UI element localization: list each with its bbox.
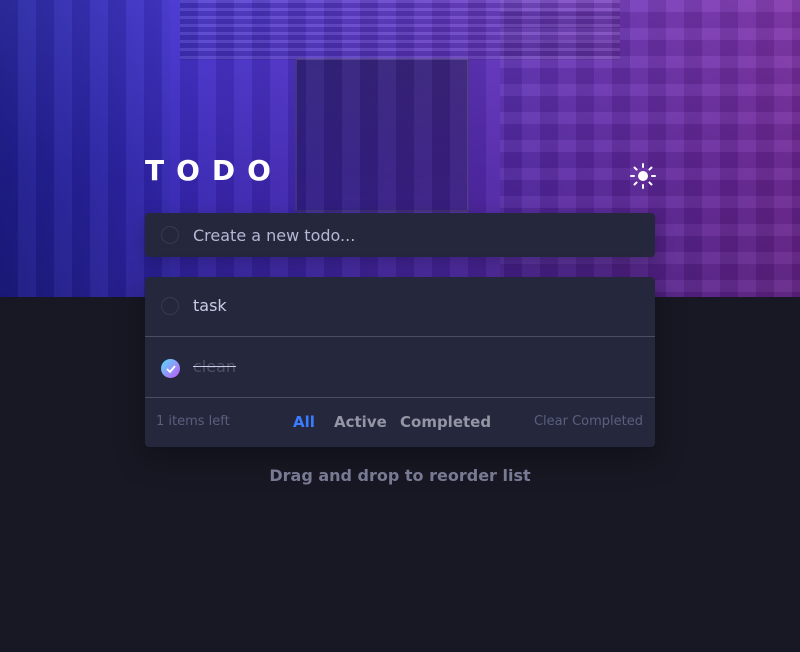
items-left-count: 1 items left bbox=[156, 414, 230, 429]
todo-text: task bbox=[193, 296, 227, 315]
new-todo-card bbox=[145, 213, 655, 257]
sun-icon bbox=[630, 163, 656, 189]
new-todo-input[interactable] bbox=[193, 213, 633, 257]
theme-toggle-button[interactable] bbox=[629, 162, 657, 190]
app-title: TODO bbox=[145, 154, 283, 187]
todo-text: clean bbox=[193, 357, 237, 376]
todo-item[interactable]: task bbox=[145, 277, 655, 337]
new-todo-circle[interactable] bbox=[161, 226, 179, 244]
clear-completed-button[interactable]: Clear Completed bbox=[534, 399, 643, 445]
filter-all[interactable]: All bbox=[293, 399, 315, 445]
filter-active[interactable]: Active bbox=[334, 399, 387, 445]
filter-completed[interactable]: Completed bbox=[400, 399, 491, 445]
check-icon bbox=[165, 364, 176, 373]
drag-drop-hint: Drag and drop to reorder list bbox=[269, 466, 531, 485]
todo-checkbox[interactable] bbox=[161, 297, 179, 315]
todo-item[interactable]: clean bbox=[145, 338, 655, 398]
todo-list: task clean 1 items left All Active Compl… bbox=[145, 277, 655, 447]
todo-checkbox-checked[interactable] bbox=[161, 359, 180, 378]
page: TODO task bbox=[0, 0, 800, 652]
list-footer: 1 items left All Active Completed Clear … bbox=[145, 399, 655, 445]
